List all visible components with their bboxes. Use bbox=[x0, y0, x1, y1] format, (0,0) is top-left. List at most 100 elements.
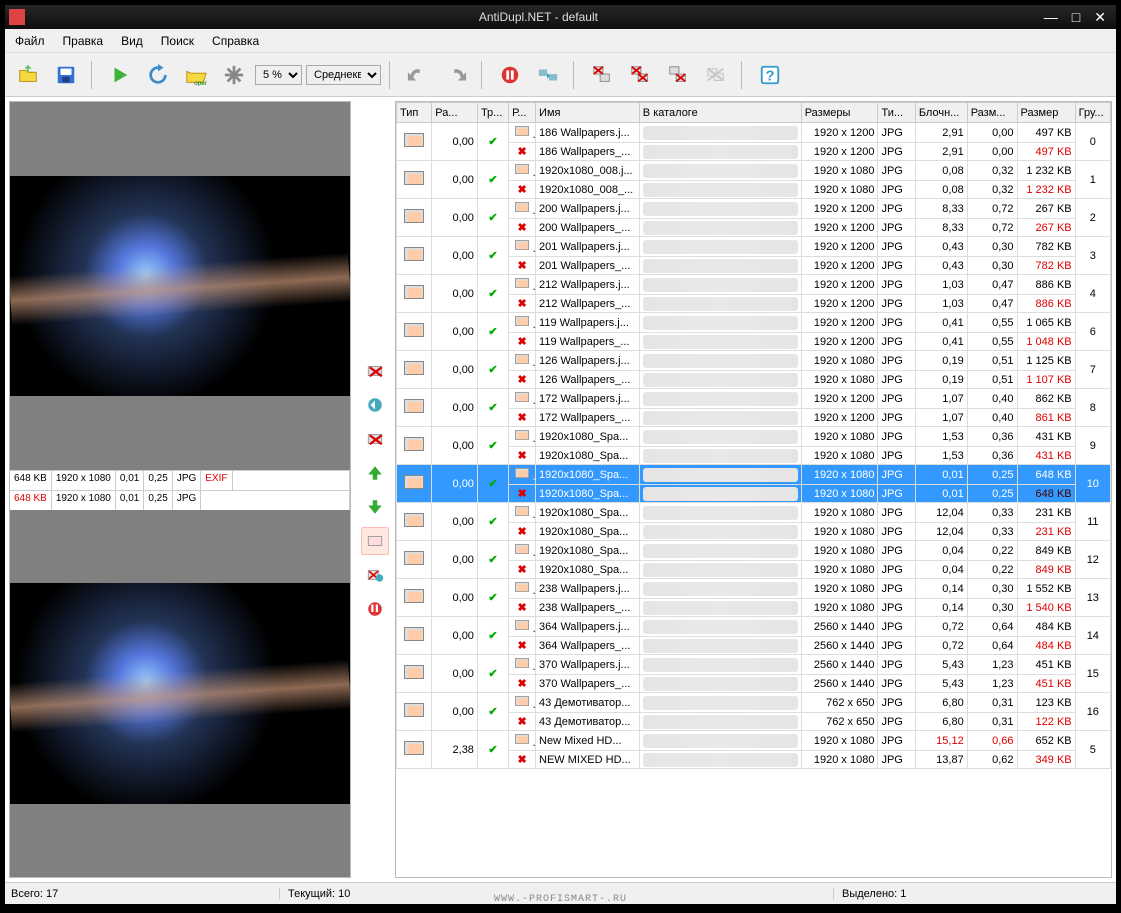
pair-icon bbox=[404, 209, 424, 223]
top-d2: 0,25 bbox=[144, 471, 172, 490]
col-r[interactable]: Р... bbox=[509, 103, 536, 123]
down-arrow-icon[interactable] bbox=[361, 493, 389, 521]
table-row[interactable]: 2,38✔New Mixed HD...1920 x 1080JPG15,120… bbox=[397, 731, 1111, 751]
col-grp[interactable]: Гру... bbox=[1075, 103, 1110, 123]
refresh-button[interactable] bbox=[141, 59, 175, 91]
table-row[interactable]: 0,00✔119 Wallpapers.j...1920 x 1200JPG0,… bbox=[397, 313, 1111, 333]
maximize-button[interactable]: □ bbox=[1072, 9, 1080, 26]
settings-button[interactable] bbox=[217, 59, 251, 91]
table-row[interactable]: 0,00✔364 Wallpapers.j...2560 x 1440JPG0,… bbox=[397, 617, 1111, 637]
sync-button[interactable] bbox=[531, 59, 565, 91]
col-catalog[interactable]: В каталоге bbox=[639, 103, 801, 123]
col-block[interactable]: Блочн... bbox=[915, 103, 967, 123]
cell-razm: 0,51 bbox=[967, 351, 1017, 371]
table-row[interactable]: 0,00✔186 Wallpapers.j...1920 x 1200JPG2,… bbox=[397, 123, 1111, 143]
delete-first-button[interactable] bbox=[585, 59, 619, 91]
cell-razm: 0,72 bbox=[967, 219, 1017, 237]
x-icon: ✖ bbox=[517, 298, 526, 310]
bottom-fmt: JPG bbox=[173, 491, 201, 510]
col-ra[interactable]: Ра... bbox=[432, 103, 478, 123]
cell-razm: 0,31 bbox=[967, 713, 1017, 731]
play-button[interactable] bbox=[103, 59, 137, 91]
cell-razm: 0,47 bbox=[967, 295, 1017, 313]
table-row[interactable]: 0,00✔201 Wallpapers.j...1920 x 1200JPG0,… bbox=[397, 237, 1111, 257]
results-table-wrap[interactable]: Тип Ра... Тр... Р... Имя В каталоге Разм… bbox=[396, 102, 1111, 877]
col-razm[interactable]: Разм... bbox=[967, 103, 1017, 123]
cell-diff: 0,00 bbox=[432, 465, 478, 503]
table-row[interactable]: 0,00✔1920x1080_Spa...1920 x 1080JPG0,040… bbox=[397, 541, 1111, 561]
col-tr[interactable]: Тр... bbox=[477, 103, 508, 123]
cell-catalog bbox=[639, 371, 801, 389]
delete-group-button[interactable] bbox=[699, 59, 733, 91]
table-row[interactable]: 0,00✔1920x1080_008.j...1920 x 1080JPG0,0… bbox=[397, 161, 1111, 181]
redo-button[interactable] bbox=[439, 59, 473, 91]
mid-stop-icon[interactable] bbox=[361, 595, 389, 623]
cell-razm: 0,72 bbox=[967, 199, 1017, 219]
col-ti[interactable]: Ти... bbox=[878, 103, 915, 123]
cell-fmt: JPG bbox=[878, 371, 915, 389]
browse-button[interactable]: open bbox=[179, 59, 213, 91]
cell-catalog bbox=[639, 333, 801, 351]
help-button[interactable]: ? bbox=[753, 59, 787, 91]
save-button[interactable] bbox=[49, 59, 83, 91]
col-name[interactable]: Имя bbox=[536, 103, 640, 123]
bottom-preview[interactable] bbox=[10, 510, 350, 878]
menu-search[interactable]: Поиск bbox=[161, 34, 194, 48]
rotate-top-icon[interactable] bbox=[361, 391, 389, 419]
table-row[interactable]: 0,00✔1920x1080_Spa...1920 x 1080JPG0,010… bbox=[397, 465, 1111, 485]
cell-diff: 0,00 bbox=[432, 199, 478, 237]
table-row[interactable]: 0,00✔43 Демотиватор...762 x 650JPG6,800,… bbox=[397, 693, 1111, 713]
menu-view[interactable]: Вид bbox=[121, 34, 143, 48]
col-size[interactable]: Размер bbox=[1017, 103, 1075, 123]
table-row[interactable]: 0,00✔1920x1080_Spa...1920 x 1080JPG1,530… bbox=[397, 427, 1111, 447]
cell-fmt: JPG bbox=[878, 503, 915, 523]
table-row[interactable]: 0,00✔126 Wallpapers.j...1920 x 1080JPG0,… bbox=[397, 351, 1111, 371]
table-row[interactable]: 0,00✔172 Wallpapers.j...1920 x 1200JPG1,… bbox=[397, 389, 1111, 409]
cell-size: 1 107 KB bbox=[1017, 371, 1075, 389]
delete-top-icon[interactable] bbox=[361, 357, 389, 385]
cell-group: 7 bbox=[1075, 351, 1110, 389]
open-folder-button[interactable] bbox=[11, 59, 45, 91]
cell-fmt: JPG bbox=[878, 313, 915, 333]
cell-name: 200 Wallpapers_... bbox=[536, 219, 640, 237]
zoom-combo[interactable]: 5 % bbox=[255, 65, 302, 85]
cell-name: 1920x1080_Spa... bbox=[536, 541, 640, 561]
table-row[interactable]: 0,00✔200 Wallpapers.j...1920 x 1200JPG8,… bbox=[397, 199, 1111, 219]
algorithm-combo[interactable]: Среднекв... bbox=[306, 65, 381, 85]
undo-button[interactable] bbox=[401, 59, 435, 91]
top-info: 648 KB 1920 x 1080 0,01 0,25 JPG EXIF bbox=[10, 470, 350, 490]
cell-dim: 1920 x 1200 bbox=[801, 389, 878, 409]
cell-block: 1,03 bbox=[915, 275, 967, 295]
cell-catalog bbox=[639, 599, 801, 617]
cell-dim: 1920 x 1080 bbox=[801, 485, 878, 503]
delete-second-button[interactable] bbox=[661, 59, 695, 91]
close-button[interactable]: ✕ bbox=[1094, 9, 1106, 26]
top-preview[interactable] bbox=[10, 102, 350, 470]
up-arrow-icon[interactable] bbox=[361, 459, 389, 487]
cell-block: 15,12 bbox=[915, 731, 967, 751]
pair-icon bbox=[404, 247, 424, 261]
bottom-info: 648 KB 1920 x 1080 0,01 0,25 JPG bbox=[10, 490, 350, 510]
menu-edit[interactable]: Правка bbox=[63, 34, 104, 48]
menu-file[interactable]: Файл bbox=[15, 34, 45, 48]
pair-icon bbox=[404, 133, 424, 147]
col-dim[interactable]: Размеры bbox=[801, 103, 878, 123]
cell-fmt: JPG bbox=[878, 599, 915, 617]
check-icon: ✔ bbox=[488, 326, 497, 338]
delete-top2-icon[interactable] bbox=[361, 425, 389, 453]
table-row[interactable]: 0,00✔370 Wallpapers.j...2560 x 1440JPG5,… bbox=[397, 655, 1111, 675]
table-row[interactable]: 0,00✔212 Wallpapers.j...1920 x 1200JPG1,… bbox=[397, 275, 1111, 295]
table-row[interactable]: 0,00✔238 Wallpapers.j...1920 x 1080JPG0,… bbox=[397, 579, 1111, 599]
delete-both-button[interactable] bbox=[623, 59, 657, 91]
cell-name: 43 Демотиватор... bbox=[536, 713, 640, 731]
table-row[interactable]: 0,00✔1920x1080_Spa...1920 x 1080JPG12,04… bbox=[397, 503, 1111, 523]
delete-current-icon[interactable] bbox=[361, 527, 389, 555]
stop-button[interactable] bbox=[493, 59, 527, 91]
cell-razm: 0,51 bbox=[967, 371, 1017, 389]
minimize-button[interactable]: — bbox=[1044, 9, 1058, 26]
menu-help[interactable]: Справка bbox=[212, 34, 259, 48]
cell-fmt: JPG bbox=[878, 579, 915, 599]
cell-fmt: JPG bbox=[878, 561, 915, 579]
col-type[interactable]: Тип bbox=[397, 103, 432, 123]
rotate-bottom-icon[interactable] bbox=[361, 561, 389, 589]
